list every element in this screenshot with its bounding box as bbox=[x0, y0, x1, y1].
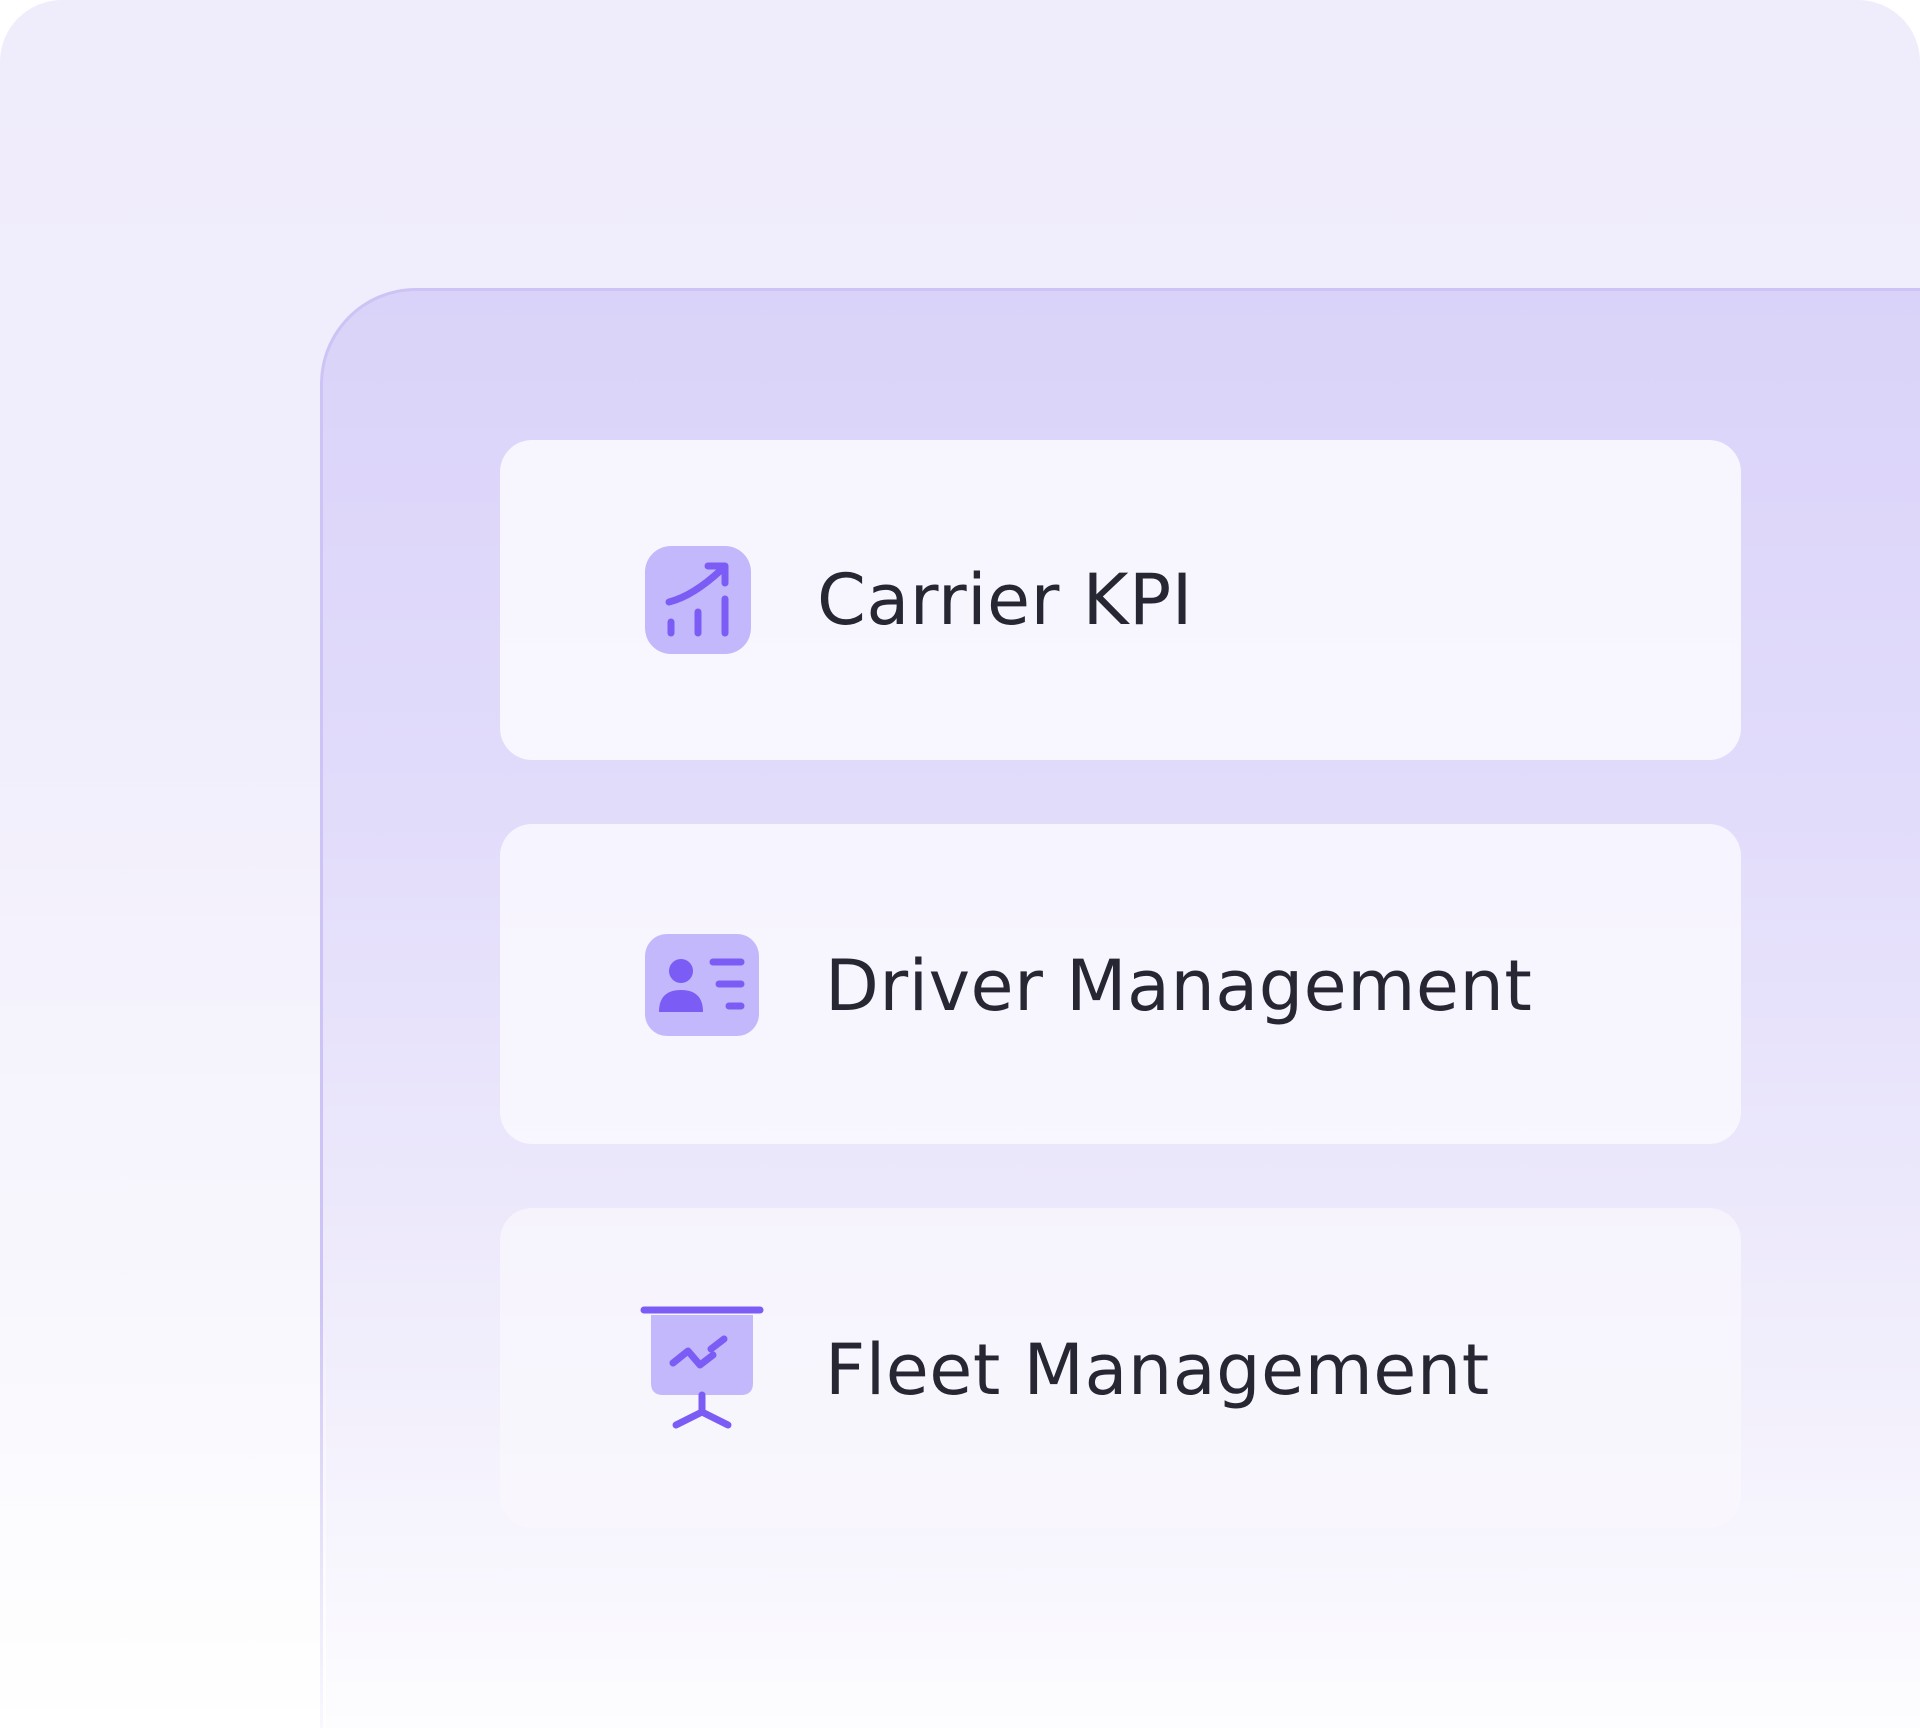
id-card-icon bbox=[645, 934, 759, 1036]
menu-item-label: Fleet Management bbox=[825, 1329, 1490, 1411]
menu-item-fleet-management[interactable]: Fleet Management bbox=[500, 1208, 1741, 1528]
presentation-board-icon bbox=[640, 1306, 764, 1429]
menu-item-label: Carrier KPI bbox=[817, 559, 1193, 641]
menu-item-driver-management[interactable]: Driver Management bbox=[500, 824, 1741, 1144]
app-background: Carrier KPI Driver Management Fleet Mana… bbox=[0, 0, 1920, 1728]
menu-item-carrier-kpi[interactable]: Carrier KPI bbox=[500, 440, 1741, 760]
chart-trend-up-icon bbox=[645, 546, 751, 654]
menu-item-label: Driver Management bbox=[825, 945, 1533, 1027]
